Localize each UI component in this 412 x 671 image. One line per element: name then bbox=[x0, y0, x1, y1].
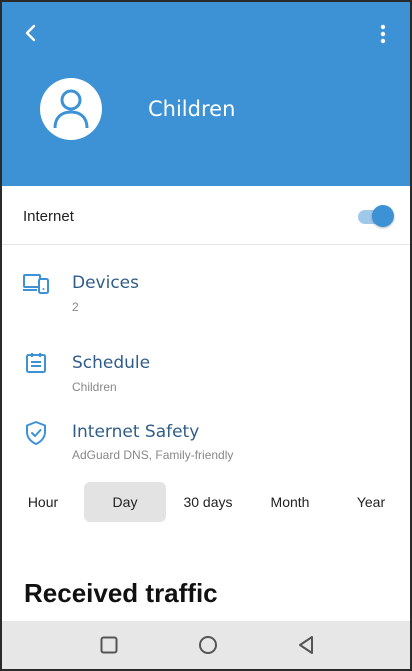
menu-item-schedule[interactable]: Schedule Children bbox=[2, 344, 410, 404]
profile-header: Children bbox=[2, 2, 410, 186]
menu-item-title: Schedule bbox=[72, 353, 151, 373]
recents-square-icon bbox=[100, 636, 118, 654]
avatar[interactable] bbox=[40, 78, 102, 140]
period-year[interactable]: Year bbox=[336, 482, 406, 522]
back-triangle-icon bbox=[299, 636, 313, 654]
menu-item-subtitle: Children bbox=[72, 380, 117, 394]
period-30-days[interactable]: 30 days bbox=[170, 482, 246, 522]
person-icon bbox=[53, 89, 89, 129]
chevron-left-icon bbox=[25, 24, 36, 42]
toggle-thumb bbox=[372, 205, 394, 227]
received-traffic-title: Received traffic bbox=[24, 578, 218, 608]
period-day[interactable]: Day bbox=[84, 482, 166, 522]
internet-label: Internet bbox=[23, 208, 74, 225]
recents-button[interactable] bbox=[97, 633, 121, 657]
menu-item-subtitle: 2 bbox=[72, 300, 79, 314]
period-hour[interactable]: Hour bbox=[10, 482, 76, 522]
menu-item-internet-safety[interactable]: Internet Safety AdGuard DNS, Family-frie… bbox=[2, 413, 410, 473]
shield-check-icon bbox=[22, 419, 50, 447]
schedule-icon bbox=[22, 349, 50, 377]
more-vert-icon bbox=[380, 24, 386, 44]
internet-toggle[interactable] bbox=[356, 205, 394, 227]
internet-toggle-row[interactable]: Internet bbox=[2, 188, 410, 245]
period-selector: Hour Day 30 days Month Year bbox=[2, 482, 410, 522]
menu-item-title: Devices bbox=[72, 273, 139, 293]
period-month[interactable]: Month bbox=[252, 482, 328, 522]
app-screen: Children Internet Devices 2 Schedule Chi… bbox=[0, 0, 412, 671]
menu-item-devices[interactable]: Devices 2 bbox=[2, 264, 410, 324]
more-options-button[interactable] bbox=[370, 20, 396, 48]
profile-name: Children bbox=[148, 97, 236, 121]
back-button[interactable] bbox=[18, 20, 44, 46]
home-button[interactable] bbox=[196, 633, 220, 657]
system-back-button[interactable] bbox=[294, 633, 318, 657]
menu-item-subtitle: AdGuard DNS, Family-friendly bbox=[72, 448, 234, 462]
home-circle-icon bbox=[199, 636, 217, 654]
devices-icon bbox=[22, 270, 50, 298]
system-nav-bar bbox=[2, 621, 410, 669]
menu-item-title: Internet Safety bbox=[72, 422, 200, 442]
